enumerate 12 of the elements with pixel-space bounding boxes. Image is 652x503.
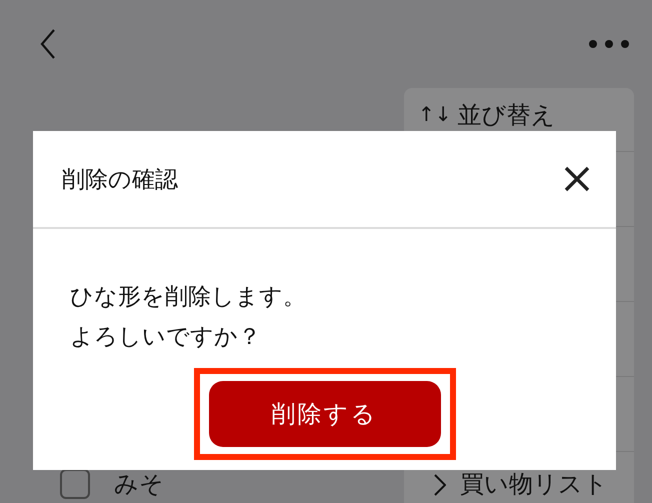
menu-item[interactable]: 買い物リスト — [460, 471, 608, 498]
sort-arrows: ↑↓ — [418, 102, 452, 126]
more-icon[interactable] — [588, 39, 630, 49]
back-icon[interactable] — [40, 29, 56, 59]
delete-button[interactable]: 削除する — [208, 381, 440, 447]
chevron-icon — [434, 474, 446, 496]
close-icon[interactable] — [564, 166, 590, 192]
menu-item[interactable]: 並び替え — [458, 102, 556, 128]
dialog-message: ひな形を削除します。 — [70, 283, 306, 312]
item-label: みそ — [114, 470, 164, 498]
dialog-title: 削除の確認 — [62, 166, 178, 194]
dialog-message: よろしいですか？ — [70, 323, 261, 352]
